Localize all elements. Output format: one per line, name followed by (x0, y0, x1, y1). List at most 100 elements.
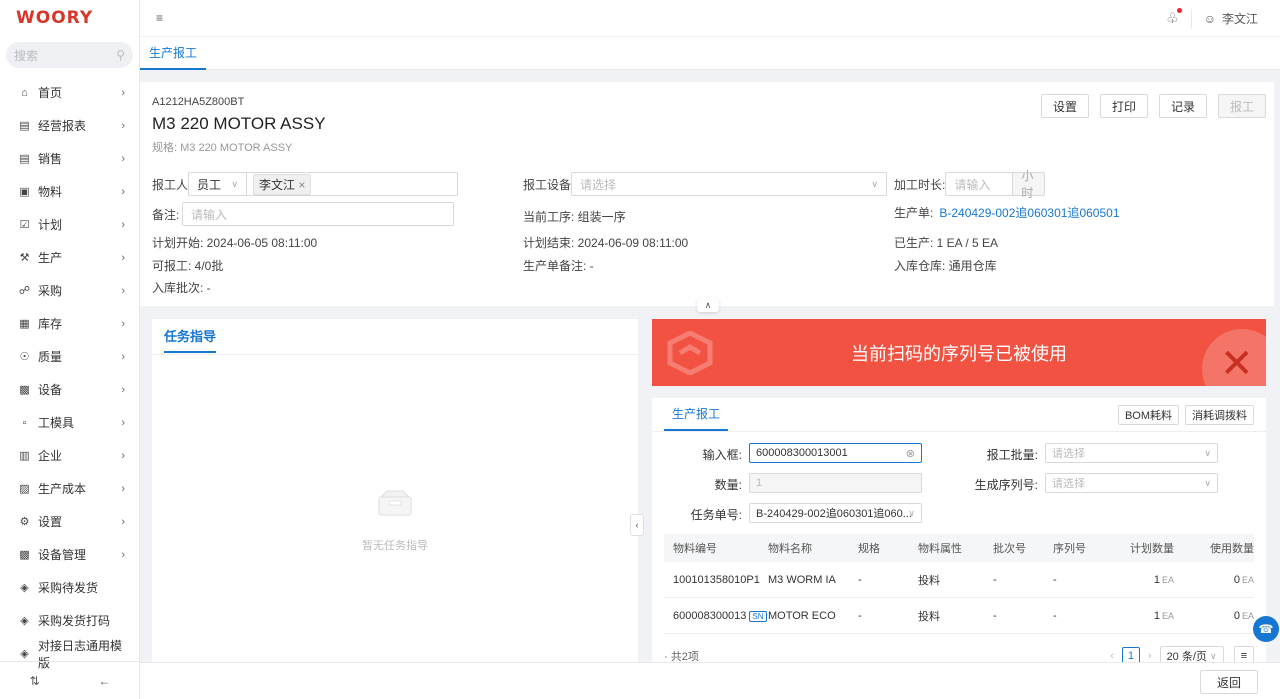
cell-plan: 1 EA (1104, 610, 1174, 622)
close-icon[interactable]: × (298, 178, 305, 192)
batch-qty-select[interactable]: 请选择 ∨ (1045, 443, 1218, 463)
gear-icon: ⚙ (19, 516, 30, 528)
product-spec: 规格: M3 220 MOTOR ASSY (152, 142, 293, 154)
device-manage-icon: ▩ (19, 549, 30, 561)
reporter-select[interactable]: 李文江 × (246, 172, 459, 196)
search-placeholder: 搜索 (14, 48, 39, 63)
settings-button[interactable]: 设置 (1041, 94, 1089, 118)
transfer-consume-button[interactable]: 消耗调拨料 (1185, 405, 1254, 425)
report-panel-buttons: BOM耗料 消耗调拨料 (1117, 405, 1254, 425)
sidebar-item-3[interactable]: ▣ 物料 › (0, 175, 139, 208)
chevron-up-icon[interactable]: ∧ (697, 298, 719, 312)
table-row[interactable]: 600008300013 SN MOTOR ECO - 投料 - -1 EA 0 EA (664, 598, 1254, 634)
sidebar-item-4[interactable]: ☑ 计划 › (0, 208, 139, 241)
empty-state: 暂无任务指导 (152, 489, 638, 553)
serial-select[interactable]: 请选择 ∨ (1045, 473, 1218, 493)
duration-unit: 小时 (1012, 169, 1046, 200)
sidebar-item-label: 企业 (38, 449, 63, 463)
record-button[interactable]: 记录 (1159, 94, 1207, 118)
sidebar-item-label: 设置 (38, 515, 63, 529)
next-page-icon[interactable]: › (1148, 650, 1152, 662)
tab-bar: 生产报工 (140, 37, 1280, 70)
table-row[interactable]: 100101358010P1 M3 WORM IA - 投料 - -1 EA 0 EA (664, 562, 1254, 598)
cell-spec: - (858, 609, 862, 622)
menu-collapse-icon[interactable]: ≡ (156, 11, 163, 25)
wrench-icon: ⚒ (19, 252, 30, 264)
collapse-left-icon[interactable]: ← (99, 674, 111, 688)
empty-text: 暂无任务指导 (362, 540, 428, 552)
chevron-right-icon: › (121, 185, 125, 198)
equipment-placeholder: 请选择 (580, 177, 617, 192)
task-no-select[interactable]: B-240429-002追060301追060... ∨ (749, 503, 922, 523)
sidebar-item-7[interactable]: ▦ 库存 › (0, 307, 139, 340)
logo[interactable]: WOORY (0, 0, 139, 36)
sidebar-item-0[interactable]: ⌂ 首页 › (0, 76, 139, 109)
report-icon: ▤ (19, 120, 30, 132)
sidebar-bottom: ⇅ ← (0, 661, 140, 699)
table-header: 物料编号 物料名称 规格 物料属性 批次号 序列号 计划数量 使用数量 (664, 534, 1254, 562)
production-order-link[interactable]: B-240429-002追060301追060501 (939, 204, 1119, 221)
sidebar-item-13[interactable]: ⚙ 设置 › (0, 505, 139, 538)
scan-input[interactable]: 600008300013001 ⊗ (749, 443, 922, 463)
sidebar-item-label: 质量 (38, 350, 63, 364)
sidebar-item-15[interactable]: ◈ 采购待发货 (0, 571, 139, 604)
search-input[interactable]: 搜索 ⚲ (6, 42, 133, 68)
search-icon: ⚲ (116, 48, 125, 62)
tab-report[interactable]: 生产报工 (664, 398, 728, 431)
box-icon: ◈ (20, 582, 29, 594)
back-button[interactable]: 返回 (1200, 670, 1258, 694)
bell-icon[interactable]: ♧ (1166, 8, 1182, 27)
sidebar-item-5[interactable]: ⚒ 生产 › (0, 241, 139, 274)
sidebar-item-6[interactable]: ☍ 采购 › (0, 274, 139, 307)
reporter-tag-label: 李文江 (259, 177, 296, 192)
sidebar-item-label: 经营报表 (38, 119, 87, 133)
sidebar-item-12[interactable]: ▨ 生产成本 › (0, 472, 139, 505)
duration-input[interactable]: 请输入 (945, 172, 1013, 196)
sidebar-item-14[interactable]: ▩ 设备管理 › (0, 538, 139, 571)
chevron-right-icon: › (121, 86, 125, 99)
production-order-label: 生产单: (894, 206, 934, 220)
qty-input[interactable]: 1 (749, 473, 922, 493)
column-header: 使用数量 (1210, 543, 1254, 555)
user-menu[interactable]: ☺ 李文江 (1204, 10, 1258, 27)
support-headset-icon[interactable]: ☎ (1253, 616, 1279, 642)
cell-code: 100101358010P1 (664, 574, 760, 586)
clear-icon[interactable]: ⊗ (906, 447, 915, 460)
bom-consume-button[interactable]: BOM耗料 (1117, 405, 1179, 425)
sidebar-item-1[interactable]: ▤ 经营报表 › (0, 109, 139, 142)
duration-label: 加工时长: (894, 177, 946, 192)
equipment-select[interactable]: 请选择 ∨ (571, 172, 888, 196)
report-button[interactable]: 报工 (1218, 94, 1266, 118)
prev-page-icon[interactable]: ‹ (1110, 650, 1114, 662)
sidebar-item-11[interactable]: ▥ 企业 › (0, 439, 139, 472)
sidebar-item-9[interactable]: ▩ 设备 › (0, 373, 139, 406)
reporter-type-select[interactable]: 员工 ∨ (188, 172, 247, 196)
sidebar-item-10[interactable]: ▫ 工模具 › (0, 406, 139, 439)
column-header: 物料属性 (918, 543, 962, 555)
chevron-right-icon: › (121, 152, 125, 165)
remark-input[interactable]: 请输入 (182, 202, 454, 226)
tab-production-report[interactable]: 生产报工 (140, 37, 206, 70)
column-header: 物料编号 (673, 543, 717, 555)
sidebar-item-8[interactable]: ☉ 质量 › (0, 340, 139, 373)
sidebar-item-2[interactable]: ▤ 销售 › (0, 142, 139, 175)
qty-value: 1 (756, 477, 763, 489)
serial-placeholder: 请选择 (1052, 478, 1085, 490)
batch: 入库批次: - (152, 281, 211, 295)
chevron-left-icon[interactable]: ‹ (630, 514, 644, 536)
table-body: 100101358010P1 M3 WORM IA - 投料 - -1 EA 0 EA 60000… (664, 562, 1254, 634)
sidebar-item-label: 设备 (38, 383, 63, 397)
chevron-right-icon: › (121, 350, 125, 363)
batch-qty-placeholder: 请选择 (1052, 448, 1085, 460)
task-guide-title[interactable]: 任务指导 (164, 319, 217, 353)
sort-icon[interactable]: ⇅ (29, 674, 39, 688)
error-message: 当前扫码的序列号已被使用 (851, 343, 1067, 364)
box-icon: ◈ (20, 648, 29, 660)
plan-unit: EA (1161, 574, 1174, 585)
sidebar-item-16[interactable]: ◈ 采购发货打码 (0, 604, 139, 637)
cell-attr: 投料 (918, 574, 940, 587)
print-button[interactable]: 打印 (1100, 94, 1148, 118)
chevron-down-icon: ∨ (908, 507, 915, 518)
chevron-right-icon: › (121, 515, 125, 528)
cell-spec: - (858, 573, 862, 586)
